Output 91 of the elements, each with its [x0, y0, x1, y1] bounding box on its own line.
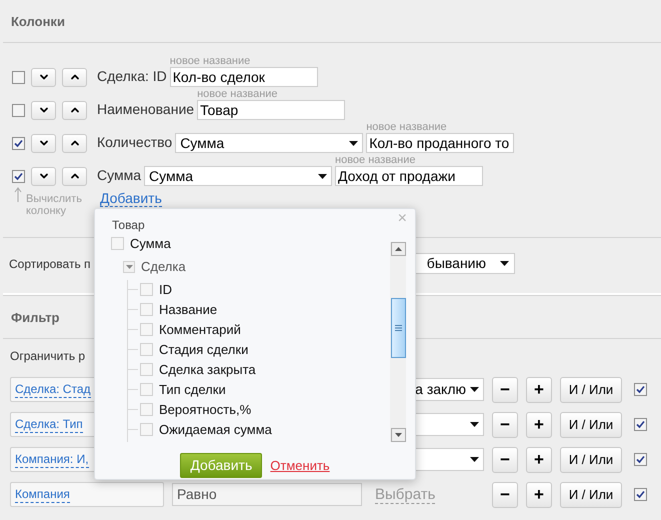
tree-group-label[interactable]: Сделка: [141, 256, 186, 276]
remove-button[interactable]: −: [492, 412, 518, 438]
column-label: Сумма: [97, 166, 141, 185]
checkbox[interactable]: [634, 488, 647, 501]
field-link[interactable]: Компания: [15, 486, 70, 503]
move-down-button[interactable]: [31, 134, 56, 152]
caret-icon: [470, 457, 479, 462]
checkbox[interactable]: [140, 303, 153, 316]
scroll-down-icon[interactable]: [390, 428, 406, 442]
column-label: Наименование: [97, 100, 194, 119]
move-up-button[interactable]: [62, 100, 87, 120]
column-label: Количество: [97, 133, 172, 152]
tree-item-label[interactable]: Сумма: [130, 234, 171, 254]
tree-item-label[interactable]: Комментарий: [159, 320, 241, 340]
checkbox[interactable]: [140, 283, 153, 296]
checkmark-icon: [14, 138, 23, 148]
remove-button[interactable]: −: [492, 446, 518, 472]
add-condition-button[interactable]: +: [526, 376, 552, 402]
checkmark-icon: [14, 172, 23, 180]
scroll-up-icon[interactable]: [390, 242, 406, 256]
add-column-link[interactable]: Добавить: [100, 190, 162, 207]
checkbox[interactable]: [140, 323, 153, 336]
arrow-up-icon: [14, 187, 22, 203]
checkbox[interactable]: [140, 343, 153, 356]
field-label: новое название: [170, 56, 252, 67]
function-select[interactable]: Сумма: [144, 166, 332, 186]
checkbox[interactable]: [634, 453, 647, 466]
checkbox[interactable]: [140, 423, 153, 436]
field-link[interactable]: Сделка: Тип: [15, 416, 83, 433]
caret-icon: [500, 261, 509, 266]
caret-icon: [470, 422, 479, 427]
sort-label: Сортировать п: [9, 256, 91, 272]
add-condition-button[interactable]: +: [526, 412, 552, 438]
function-select[interactable]: Сумма: [175, 133, 364, 153]
operator-select[interactable]: Равно: [172, 483, 362, 506]
input-field[interactable]: Кол-во сделок: [170, 67, 318, 87]
checkbox[interactable]: [634, 383, 647, 396]
caret-icon: [126, 264, 132, 268]
remove-button[interactable]: −: [492, 482, 518, 508]
column-label: Сделка: ID: [97, 67, 167, 86]
cancel-link[interactable]: Отменить: [270, 456, 330, 476]
field-link[interactable]: Сделка: Стад: [15, 381, 91, 398]
remove-button[interactable]: −: [492, 376, 518, 402]
tree-item-label[interactable]: Стадия сделки: [159, 340, 248, 360]
caret-icon: [470, 387, 479, 392]
checkbox[interactable]: [12, 136, 25, 150]
tree-item-label[interactable]: Название: [159, 300, 218, 320]
popup-title: Товар: [112, 218, 145, 232]
move-down-button[interactable]: [31, 166, 56, 186]
checkbox[interactable]: [111, 237, 124, 250]
caret-icon: [349, 140, 358, 146]
caret-icon: [318, 174, 327, 178]
add-condition-button[interactable]: +: [526, 446, 552, 472]
move-down-button[interactable]: [31, 68, 56, 86]
checkbox[interactable]: [140, 383, 153, 396]
logic-button[interactable]: И / Или: [560, 412, 622, 438]
logic-button[interactable]: И / Или: [560, 446, 622, 472]
field-link[interactable]: Компания: И,: [15, 451, 89, 468]
add-condition-button[interactable]: +: [526, 482, 552, 508]
move-up-button[interactable]: [62, 134, 87, 152]
tree-item-label[interactable]: Сделка закрыта: [159, 360, 256, 380]
move-up-button[interactable]: [62, 68, 87, 86]
section-title: Фильтр: [11, 310, 60, 325]
input-field[interactable]: Товар: [197, 100, 346, 120]
checkbox[interactable]: [634, 418, 647, 431]
checkmark-icon: [636, 385, 645, 394]
checkmark-icon: [636, 420, 645, 429]
section-title: Колонки: [11, 14, 65, 29]
input-field[interactable]: Кол-во проданного то: [366, 133, 514, 153]
collapse-toggle[interactable]: [123, 260, 135, 272]
checkmark-icon: [636, 490, 645, 499]
input-field[interactable]: Доход от продажи: [335, 166, 483, 186]
move-up-button[interactable]: [62, 166, 87, 186]
scroll-thumb[interactable]: [390, 298, 406, 358]
scrollbar[interactable]: [390, 242, 406, 442]
field-label: новое название: [197, 89, 279, 100]
logic-button[interactable]: И / Или: [560, 482, 622, 508]
checkbox[interactable]: [12, 104, 25, 116]
checkbox[interactable]: [140, 403, 153, 416]
field-link-box[interactable]: Компания: [10, 482, 164, 507]
checkmark-icon: [636, 455, 645, 464]
tree-item-label[interactable]: ID: [159, 280, 172, 300]
limit-label: Ограничить р: [10, 348, 86, 363]
move-down-button[interactable]: [31, 100, 56, 120]
checkbox[interactable]: [140, 363, 153, 376]
field-label: новое название: [335, 155, 416, 166]
logic-button[interactable]: И / Или: [560, 376, 622, 402]
field-label: новое название: [366, 122, 448, 133]
checkbox[interactable]: [12, 170, 25, 182]
checkbox[interactable]: [12, 70, 25, 84]
hint-text: Вычислить колонку: [26, 193, 83, 217]
